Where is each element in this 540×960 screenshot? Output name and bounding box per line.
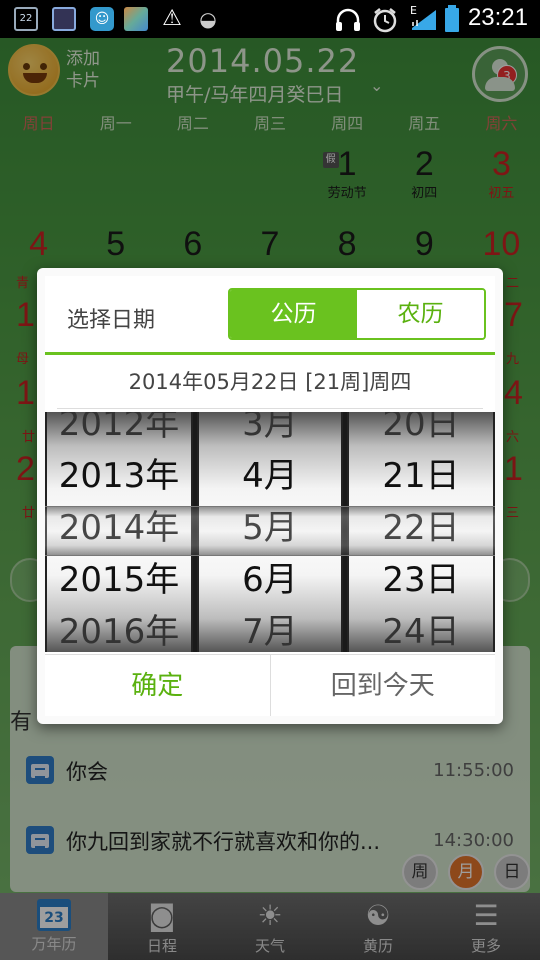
selected-date-text: 2014年05月22日 [21周]周四 xyxy=(128,370,412,394)
wheel-item: 6月 xyxy=(242,560,298,600)
calendar-22-icon: 22 xyxy=(14,7,38,31)
headphones-icon xyxy=(336,8,360,31)
tab-solar[interactable]: 公历 xyxy=(230,290,357,338)
wheel-item-selected: 5月 xyxy=(242,508,298,548)
confirm-button[interactable]: 确定 xyxy=(45,655,271,716)
wheel-item: 23日 xyxy=(382,560,460,600)
wheel-item: 2012年 xyxy=(58,412,180,444)
divider xyxy=(45,352,495,355)
photo-icon xyxy=(124,7,148,31)
app-icon: ☺ xyxy=(90,7,114,31)
wheel-item: 2013年 xyxy=(58,456,180,496)
calendar-type-toggle: 公历 农历 xyxy=(228,288,486,340)
wheel-item: 3月 xyxy=(242,412,298,444)
divider xyxy=(57,408,483,409)
year-wheel[interactable]: 2012年 2013年 2014年 2015年 2016年 xyxy=(45,412,193,652)
clock-time: 23:21 xyxy=(467,4,528,31)
month-wheel[interactable]: 3月 4月 5月 6月 7月 xyxy=(197,412,343,652)
dialog-buttons: 确定 回到今天 xyxy=(45,654,495,716)
wheel-item: 2016年 xyxy=(58,612,180,652)
signal-icon xyxy=(412,10,436,30)
date-picker-dialog: 选择日期 公历 农历 2014年05月22日 [21周]周四 2012年 201… xyxy=(37,268,503,724)
dialog-body: 选择日期 公历 农历 2014年05月22日 [21周]周四 2012年 201… xyxy=(45,276,495,716)
dialog-title: 选择日期 xyxy=(67,308,156,333)
wheel-item-selected: 22日 xyxy=(382,508,460,548)
status-bar: 22 ☺ ⚠ ◒ E 23:21 xyxy=(0,0,540,38)
tab-lunar[interactable]: 农历 xyxy=(357,290,484,338)
wheel-item: 24日 xyxy=(382,612,460,652)
date-wheel-picker: 2012年 2013年 2014年 2015年 2016年 3月 4月 5月 6… xyxy=(45,412,495,652)
wheel-item: 4月 xyxy=(242,456,298,496)
news-icon xyxy=(52,7,76,31)
wheel-item: 20日 xyxy=(382,412,460,444)
day-wheel[interactable]: 20日 21日 22日 23日 24日 xyxy=(347,412,495,652)
warning-icon: ⚠ xyxy=(162,6,182,31)
wheel-item: 2015年 xyxy=(58,560,180,600)
alarm-icon xyxy=(373,8,397,33)
wheel-item-selected: 2014年 xyxy=(58,508,180,548)
back-to-today-button[interactable]: 回到今天 xyxy=(271,655,496,716)
wheel-item: 7月 xyxy=(242,612,298,652)
wheel-item: 21日 xyxy=(382,456,460,496)
battery-icon xyxy=(445,5,459,32)
android-icon: ◒ xyxy=(199,7,217,31)
